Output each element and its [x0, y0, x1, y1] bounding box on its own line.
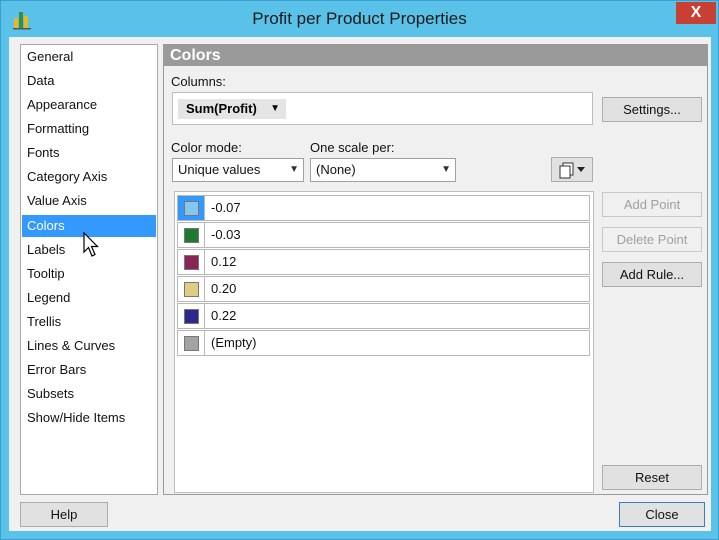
color-swatch	[184, 282, 199, 297]
reset-button[interactable]: Reset	[602, 465, 702, 490]
column-chip-sum-profit[interactable]: Sum(Profit) ▼	[178, 99, 286, 119]
columns-box: Sum(Profit) ▼	[172, 92, 593, 125]
nav-item-subsets[interactable]: Subsets	[22, 383, 156, 405]
nav-item-tooltip[interactable]: Tooltip	[22, 263, 156, 285]
color-swatch	[184, 201, 199, 216]
chevron-down-icon: ▼	[441, 164, 451, 175]
color-row[interactable]: (Empty)	[177, 330, 590, 356]
nav-item-appearance[interactable]: Appearance	[22, 94, 156, 116]
swatch-cell[interactable]	[178, 223, 205, 247]
swatch-cell[interactable]	[178, 250, 205, 274]
colors-panel: Colors Columns: Sum(Profit) ▼ Settings..…	[163, 44, 708, 495]
nav-item-data[interactable]: Data	[22, 70, 156, 92]
column-chip-label: Sum(Profit)	[186, 101, 257, 116]
chevron-down-icon: ▼	[270, 103, 280, 114]
dialog-body: General Data Appearance Formatting Fonts…	[9, 37, 711, 531]
color-row-value: (Empty)	[211, 335, 257, 350]
help-button[interactable]: Help	[20, 502, 108, 527]
category-nav-list: General Data Appearance Formatting Fonts…	[20, 44, 158, 495]
nav-item-category-axis[interactable]: Category Axis	[22, 166, 156, 188]
nav-item-legend[interactable]: Legend	[22, 287, 156, 309]
title-bar[interactable]: Profit per Product Properties X	[1, 1, 718, 37]
nav-item-fonts[interactable]: Fonts	[22, 142, 156, 164]
one-scale-value: (None)	[316, 162, 356, 177]
copy-dropdown-button[interactable]	[551, 157, 593, 182]
one-scale-label: One scale per:	[310, 140, 395, 155]
swatch-cell[interactable]	[178, 196, 205, 220]
color-mode-select[interactable]: Unique values ▼	[172, 158, 304, 182]
nav-item-error-bars[interactable]: Error Bars	[22, 359, 156, 381]
nav-item-general[interactable]: General	[22, 46, 156, 68]
panel-title: Colors	[164, 45, 707, 66]
add-rule-button[interactable]: Add Rule...	[602, 262, 702, 287]
color-row-value: -0.03	[211, 227, 241, 242]
settings-button[interactable]: Settings...	[602, 97, 702, 122]
color-mode-label: Color mode:	[171, 140, 242, 155]
color-values-list: -0.07 -0.03 0.12 0.20 0.22 (Empty)	[174, 191, 594, 493]
color-swatch	[184, 228, 199, 243]
properties-dialog: Profit per Product Properties X General …	[0, 0, 719, 540]
add-point-button[interactable]: Add Point	[602, 192, 702, 217]
nav-item-formatting[interactable]: Formatting	[22, 118, 156, 140]
swatch-cell[interactable]	[178, 304, 205, 328]
copy-icon	[559, 162, 585, 179]
one-scale-select[interactable]: (None) ▼	[310, 158, 456, 182]
color-swatch	[184, 255, 199, 270]
color-row[interactable]: -0.07	[177, 195, 590, 221]
delete-point-button[interactable]: Delete Point	[602, 227, 702, 252]
color-swatch	[184, 309, 199, 324]
swatch-cell[interactable]	[178, 277, 205, 301]
color-mode-value: Unique values	[178, 162, 261, 177]
color-row-value: 0.12	[211, 254, 237, 269]
color-row[interactable]: 0.20	[177, 276, 590, 302]
columns-label: Columns:	[171, 74, 226, 89]
color-row-value: -0.07	[211, 200, 241, 215]
close-button[interactable]: Close	[619, 502, 705, 527]
color-row-value: 0.22	[211, 308, 237, 323]
color-row[interactable]: 0.12	[177, 249, 590, 275]
nav-item-lines-curves[interactable]: Lines & Curves	[22, 335, 156, 357]
mouse-pointer-icon	[83, 232, 99, 257]
nav-item-value-axis[interactable]: Value Axis	[22, 190, 156, 212]
nav-item-show-hide-items[interactable]: Show/Hide Items	[22, 407, 156, 429]
color-row-value: 0.20	[211, 281, 237, 296]
color-row[interactable]: 0.22	[177, 303, 590, 329]
window-close-button[interactable]: X	[676, 2, 716, 24]
color-row[interactable]: -0.03	[177, 222, 590, 248]
chevron-down-icon: ▼	[289, 164, 299, 175]
window-title: Profit per Product Properties	[252, 9, 467, 28]
color-swatch	[184, 336, 199, 351]
nav-item-trellis[interactable]: Trellis	[22, 311, 156, 333]
swatch-cell[interactable]	[178, 331, 205, 355]
